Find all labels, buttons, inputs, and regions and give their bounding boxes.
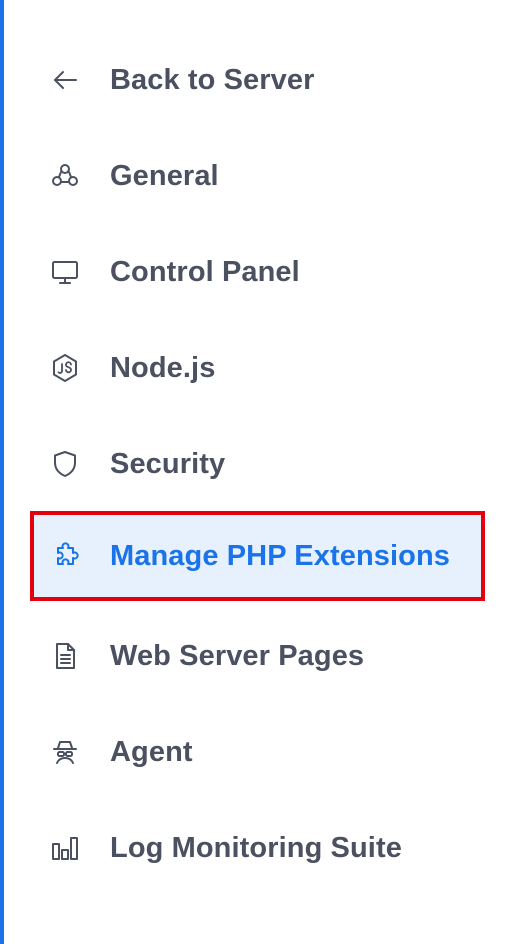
puzzle-icon (48, 539, 82, 573)
sidebar-item-label: Back to Server (110, 63, 315, 96)
settings-sidebar: Back to Server General Control Panel Nod… (0, 0, 514, 944)
sidebar-item-log-monitoring-suite[interactable]: Log Monitoring Suite (32, 805, 482, 891)
sidebar-item-label: Log Monitoring Suite (110, 831, 402, 864)
sidebar-item-label: Manage PHP Extensions (110, 539, 451, 572)
sidebar-item-control-panel[interactable]: Control Panel (32, 229, 482, 315)
sidebar-item-agent[interactable]: Agent (32, 709, 482, 795)
monitor-icon (48, 255, 82, 289)
sidebar-item-label: Web Server Pages (110, 639, 365, 672)
sidebar-item-label: General (110, 159, 219, 192)
agent-icon (48, 735, 82, 769)
nodes-icon (48, 159, 82, 193)
sidebar-item-web-server-pages[interactable]: Web Server Pages (32, 613, 482, 699)
nodejs-icon (48, 351, 82, 385)
sidebar-item-label: Agent (110, 735, 193, 768)
sidebar-item-label: Control Panel (110, 255, 300, 288)
bar-chart-icon (48, 831, 82, 865)
sidebar-item-general[interactable]: General (32, 133, 482, 219)
document-icon (48, 639, 82, 673)
sidebar-item-back-to-server[interactable]: Back to Server (32, 37, 482, 123)
sidebar-item-label: Security (110, 447, 226, 480)
sidebar-item-label: Node.js (110, 351, 216, 384)
sidebar-item-security[interactable]: Security (32, 421, 482, 507)
arrow-left-icon (48, 63, 82, 97)
sidebar-item-manage-php-extensions[interactable]: Manage PHP Extensions (30, 511, 485, 601)
sidebar-item-nodejs[interactable]: Node.js (32, 325, 482, 411)
shield-icon (48, 447, 82, 481)
